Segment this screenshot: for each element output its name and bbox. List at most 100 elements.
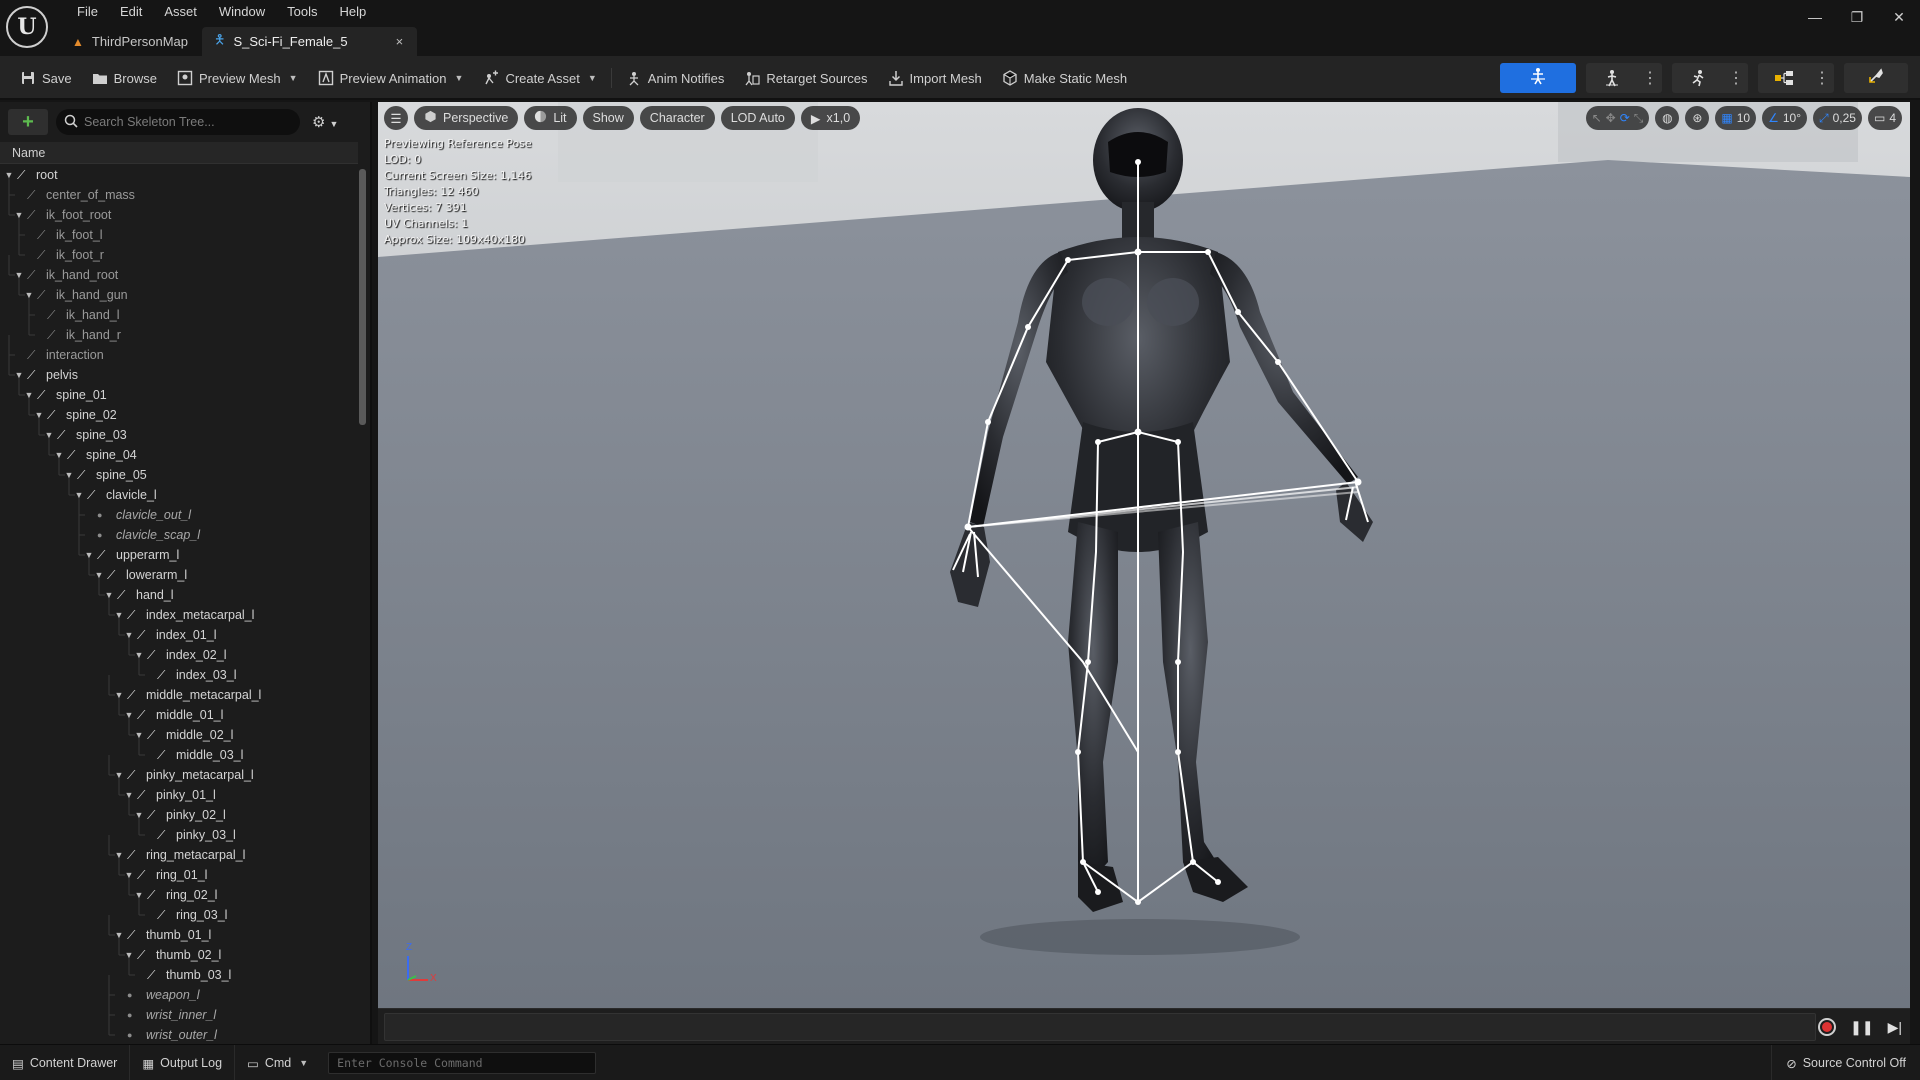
viewport-menu-button[interactable]: ☰ xyxy=(384,106,408,130)
tree-row[interactable]: ⟋ index_03_l xyxy=(0,665,358,685)
tree-row[interactable]: ● weapon_l xyxy=(0,985,358,1005)
surface-snap-icon[interactable]: ⊛ xyxy=(1685,106,1710,130)
create-asset-button[interactable]: Create Asset ▼ xyxy=(473,63,606,93)
expand-arrow-icon[interactable]: ▼ xyxy=(64,470,74,480)
browse-button[interactable]: Browse xyxy=(82,63,167,93)
expand-arrow-icon[interactable]: ▼ xyxy=(94,570,104,580)
menu-edit[interactable]: Edit xyxy=(109,2,153,22)
animation-mode-icon[interactable] xyxy=(1672,69,1724,87)
save-button[interactable]: Save xyxy=(10,63,82,93)
tree-row[interactable]: ▼ ⟋ thumb_01_l xyxy=(0,925,358,945)
tree-row[interactable]: ● wrist_outer_l xyxy=(0,1025,358,1044)
menu-asset[interactable]: Asset xyxy=(153,2,208,22)
minimize-button[interactable]: — xyxy=(1794,0,1836,34)
expand-arrow-icon[interactable]: ▼ xyxy=(74,490,84,500)
show-button[interactable]: Show xyxy=(582,106,634,130)
tree-row[interactable]: ▼ ⟋ lowerarm_l xyxy=(0,565,358,585)
skeleton-mode-button[interactable] xyxy=(1500,63,1576,93)
select-icon[interactable]: ↖ xyxy=(1592,111,1602,125)
tree-row[interactable]: ⟋ center_of_mass xyxy=(0,185,358,205)
column-header-name[interactable]: Name xyxy=(0,142,358,164)
cmd-dropdown[interactable]: ▭ Cmd ▼ xyxy=(235,1045,320,1080)
tree-row[interactable]: ● wrist_inner_l xyxy=(0,1005,358,1025)
tree-row[interactable]: ● clavicle_scap_l xyxy=(0,525,358,545)
expand-arrow-icon[interactable]: ▼ xyxy=(24,290,34,300)
tree-row[interactable]: ▼ ⟋ hand_l xyxy=(0,585,358,605)
expand-arrow-icon[interactable]: ▼ xyxy=(124,630,134,640)
expand-arrow-icon[interactable]: ▼ xyxy=(124,790,134,800)
unreal-logo-icon[interactable]: U xyxy=(6,6,48,48)
tree-row[interactable]: ▼ ⟋ clavicle_l xyxy=(0,485,358,505)
tree-row[interactable]: ⟋ pinky_03_l xyxy=(0,825,358,845)
playback-speed-button[interactable]: ▶ x1,0 xyxy=(800,106,861,130)
tree-row[interactable]: ▼ ⟋ thumb_02_l xyxy=(0,945,358,965)
anim-notifies-button[interactable]: Anim Notifies xyxy=(616,63,735,93)
lod-button[interactable]: LOD Auto xyxy=(720,106,795,130)
more-options-icon[interactable]: ⋮ xyxy=(1724,68,1748,88)
coordinate-space-icon[interactable]: ◍ xyxy=(1655,106,1680,130)
tree-row[interactable]: ⟋ ring_03_l xyxy=(0,905,358,925)
expand-arrow-icon[interactable]: ▼ xyxy=(114,930,124,940)
camera-speed-button[interactable]: ▭ 4 xyxy=(1867,106,1902,130)
more-options-icon[interactable]: ⋮ xyxy=(1638,68,1662,88)
tree-row[interactable]: ⟋ ik_foot_l xyxy=(0,225,358,245)
content-drawer-button[interactable]: ▤ Content Drawer xyxy=(0,1045,131,1080)
expand-arrow-icon[interactable]: ▼ xyxy=(4,170,14,180)
console-input[interactable]: Enter Console Command xyxy=(328,1052,597,1074)
expand-arrow-icon[interactable]: ▼ xyxy=(54,450,64,460)
tree-row[interactable]: ⟋ middle_03_l xyxy=(0,745,358,765)
scale-snap-button[interactable]: ⤢ 0,25 xyxy=(1813,106,1862,130)
tree-row[interactable]: ● clavicle_out_l xyxy=(0,505,358,525)
tree-row[interactable]: ▼ ⟋ middle_02_l xyxy=(0,725,358,745)
tree-row[interactable]: ▼ ⟋ spine_01 xyxy=(0,385,358,405)
tree-row[interactable]: ▼ ⟋ spine_03 xyxy=(0,425,358,445)
tree-row[interactable]: ⟋ ik_hand_l xyxy=(0,305,358,325)
close-window-button[interactable]: ✕ xyxy=(1878,0,1920,34)
preview-mesh-button[interactable]: Preview Mesh ▼ xyxy=(167,63,308,93)
close-tab-icon[interactable]: × xyxy=(396,34,404,49)
tree-row[interactable]: ▼ ⟋ index_02_l xyxy=(0,645,358,665)
expand-arrow-icon[interactable]: ▼ xyxy=(14,210,24,220)
expand-arrow-icon[interactable]: ▼ xyxy=(134,730,144,740)
source-control-button[interactable]: ⊘ Source Control Off xyxy=(1771,1045,1920,1080)
tree-row[interactable]: ▼ ⟋ middle_metacarpal_l xyxy=(0,685,358,705)
expand-arrow-icon[interactable]: ▼ xyxy=(114,690,124,700)
translate-icon[interactable]: ✥ xyxy=(1606,111,1616,125)
retarget-sources-button[interactable]: Retarget Sources xyxy=(734,63,877,93)
tree-row[interactable]: ▼ ⟋ upperarm_l xyxy=(0,545,358,565)
pause-button[interactable]: ❚❚ xyxy=(1850,1019,1873,1036)
tree-row[interactable]: ▼ ⟋ ik_hand_root xyxy=(0,265,358,285)
scale-icon[interactable]: ⤡ xyxy=(1634,111,1644,126)
expand-arrow-icon[interactable]: ▼ xyxy=(124,710,134,720)
expand-arrow-icon[interactable]: ▼ xyxy=(114,850,124,860)
tree-row[interactable]: ▼ ⟋ spine_04 xyxy=(0,445,358,465)
menu-tools[interactable]: Tools xyxy=(276,2,328,22)
tree-row[interactable]: ▼ ⟋ pelvis xyxy=(0,365,358,385)
rotation-snap-button[interactable]: ∠ 10° xyxy=(1762,106,1807,130)
perspective-button[interactable]: Perspective xyxy=(414,106,519,130)
expand-arrow-icon[interactable]: ▼ xyxy=(114,770,124,780)
tree-row[interactable]: ▼ ⟋ pinky_metacarpal_l xyxy=(0,765,358,785)
physics-mode-button[interactable] xyxy=(1844,63,1908,93)
timeline-track[interactable] xyxy=(384,1013,1816,1041)
expand-arrow-icon[interactable]: ▼ xyxy=(134,810,144,820)
tree-row[interactable]: ▼ ⟋ pinky_02_l xyxy=(0,805,358,825)
expand-arrow-icon[interactable]: ▼ xyxy=(124,870,134,880)
skeleton-search-input[interactable] xyxy=(84,115,284,129)
grid-snap-button[interactable]: ▦ 10 xyxy=(1715,106,1757,130)
tree-scrollbar[interactable] xyxy=(358,165,368,1044)
menu-window[interactable]: Window xyxy=(208,2,276,22)
expand-arrow-icon[interactable]: ▼ xyxy=(24,390,34,400)
tree-row[interactable]: ▼ ⟋ root xyxy=(0,165,358,185)
tree-row[interactable]: ▼ ⟋ pinky_01_l xyxy=(0,785,358,805)
expand-arrow-icon[interactable]: ▼ xyxy=(14,370,24,380)
gear-icon[interactable]: ⚙ ▼ xyxy=(312,113,338,131)
expand-arrow-icon[interactable]: ▼ xyxy=(104,590,114,600)
tree-row[interactable]: ▼ ⟋ ik_hand_gun xyxy=(0,285,358,305)
expand-arrow-icon[interactable]: ▼ xyxy=(114,610,124,620)
expand-arrow-icon[interactable]: ▼ xyxy=(124,950,134,960)
tab-thirdpersonmap[interactable]: ▲ ThirdPersonMap xyxy=(60,27,202,56)
menu-file[interactable]: File xyxy=(66,2,109,22)
expand-arrow-icon[interactable]: ▼ xyxy=(44,430,54,440)
tree-row[interactable]: ⟋ thumb_03_l xyxy=(0,965,358,985)
